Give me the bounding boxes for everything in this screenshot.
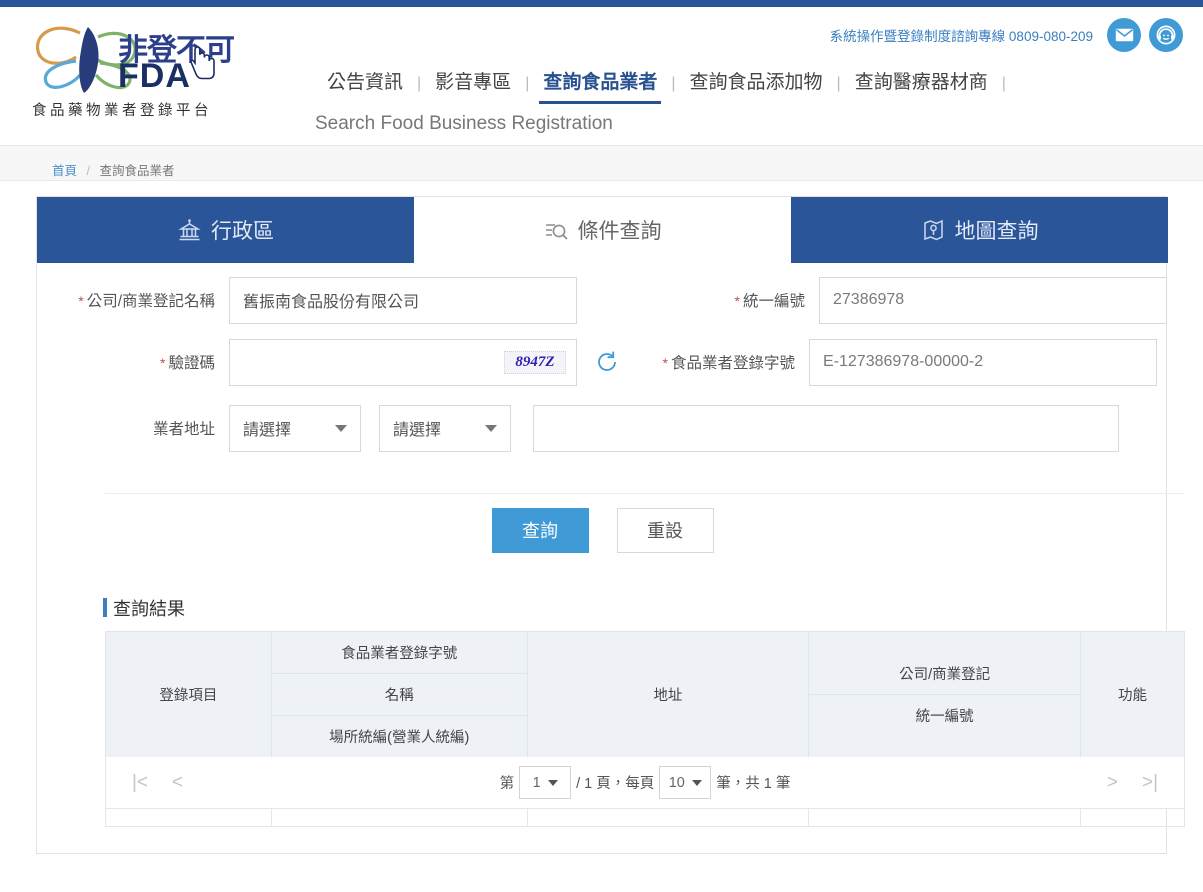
search-form: *公司/商業登記名稱 舊振南食品股份有限公司 *統一編號 27386978 *驗… bbox=[37, 263, 1168, 461]
nav-separator: | bbox=[1002, 75, 1006, 94]
breadcrumb: 首頁 / 查詢食品業者 bbox=[52, 160, 174, 179]
required-marker: * bbox=[735, 293, 743, 309]
captcha-input[interactable]: 8947Z bbox=[229, 339, 577, 386]
address-district-value: 請選擇 bbox=[393, 416, 441, 440]
th-reg-name: 名稱 bbox=[272, 673, 527, 715]
page-number-value: 1 bbox=[533, 775, 541, 791]
th-company-reg: 公司/商業登記 bbox=[809, 653, 1080, 694]
registration-no-label: *食品業者登錄字號 bbox=[663, 351, 809, 373]
tab-label: 條件查詢 bbox=[578, 215, 662, 245]
pagination-total-records: 筆，共 1 筆 bbox=[716, 772, 790, 793]
captcha-text: 8947Z bbox=[515, 354, 554, 371]
tab-administrative-district[interactable]: 行政區 bbox=[37, 197, 414, 263]
pagination: |< < 第 1 / 1 頁，每頁 10 筆，共 1 筆 > >| bbox=[105, 757, 1185, 809]
hotline-text: 系統操作暨登錄制度諮詢專線 0809-080-209 bbox=[830, 25, 1093, 45]
government-building-icon bbox=[177, 218, 202, 243]
address-district-select[interactable]: 請選擇 bbox=[379, 405, 511, 452]
nav-item-announcements[interactable]: 公告資訊 bbox=[313, 67, 417, 94]
results-table-head: 登錄項目 食品業者登錄字號 名稱 場所統編(營業人統編) 地址 bbox=[106, 632, 1185, 758]
th-item: 登錄項目 bbox=[106, 632, 272, 758]
address-city-value: 請選擇 bbox=[243, 416, 291, 440]
company-name-input[interactable]: 舊振南食品股份有限公司 bbox=[229, 277, 577, 324]
captcha-label: *驗證碼 bbox=[160, 351, 229, 373]
tab-label: 行政區 bbox=[211, 215, 274, 245]
site-logo[interactable]: 非登不可 FDA 食品藥物業者登錄平台 bbox=[18, 15, 308, 125]
form-row-2: *驗證碼 8947Z *食品業者登錄字號 bbox=[37, 329, 1168, 395]
chevron-down-icon bbox=[485, 425, 497, 432]
chevron-down-icon bbox=[335, 425, 347, 432]
mail-icon[interactable] bbox=[1107, 18, 1141, 52]
logo-subtitle: 食品藥物業者登錄平台 bbox=[32, 99, 212, 120]
address-detail-input[interactable] bbox=[533, 405, 1119, 452]
nav-item-search-food-business[interactable]: 查詢食品業者 bbox=[529, 67, 671, 94]
site-header: 非登不可 FDA 食品藥物業者登錄平台 系統操作暨登錄制度諮詢專線 0809-0… bbox=[0, 7, 1203, 145]
tax-id-label: *統一編號 bbox=[735, 289, 819, 311]
mouse-pointer-hand-icon bbox=[190, 45, 218, 81]
tab-label: 地圖查詢 bbox=[955, 215, 1039, 245]
reset-button[interactable]: 重設 bbox=[617, 508, 714, 553]
th-action: 功能 bbox=[1081, 632, 1185, 758]
support-headset-icon[interactable] bbox=[1149, 18, 1183, 52]
search-mode-tabs: 行政區 條件查詢 bbox=[37, 197, 1168, 263]
form-row-1: *公司/商業登記名稱 舊振南食品股份有限公司 *統一編號 27386978 bbox=[37, 263, 1168, 329]
search-card: 行政區 條件查詢 bbox=[36, 196, 1167, 854]
th-reg-no: 食品業者登錄字號 bbox=[272, 632, 527, 673]
page-size-select[interactable]: 10 bbox=[659, 766, 711, 799]
search-filter-icon bbox=[544, 218, 569, 243]
tax-id-input[interactable]: 27386978 bbox=[819, 277, 1167, 324]
th-company-tax-id: 統一編號 bbox=[809, 694, 1080, 736]
th-reg-site-id: 場所統編(營業人統編) bbox=[272, 715, 527, 757]
breadcrumb-band bbox=[0, 145, 1203, 181]
required-marker: * bbox=[78, 293, 86, 309]
pagination-total-pages: / 1 頁，每頁 bbox=[576, 772, 654, 793]
tab-condition-search[interactable]: 條件查詢 bbox=[414, 197, 791, 263]
main-navigation: 公告資訊 | 影音專區 | 查詢食品業者 | 查詢食品添加物 | 查詢醫療器材商… bbox=[313, 67, 1006, 94]
form-divider bbox=[105, 493, 1185, 494]
refresh-icon[interactable] bbox=[594, 349, 620, 375]
breadcrumb-separator: / bbox=[81, 164, 96, 178]
captcha-image: 8947Z bbox=[504, 351, 566, 374]
address-label: 業者地址 bbox=[153, 417, 229, 439]
page-number-select[interactable]: 1 bbox=[519, 766, 571, 799]
table-header-row: 登錄項目 食品業者登錄字號 名稱 場所統編(營業人統編) 地址 bbox=[106, 632, 1185, 758]
required-marker: * bbox=[663, 355, 671, 371]
form-row-3: 業者地址 請選擇 請選擇 bbox=[37, 395, 1168, 461]
search-button[interactable]: 查詢 bbox=[492, 508, 589, 553]
nav-item-video[interactable]: 影音專區 bbox=[421, 67, 525, 94]
logo-brand-en: FDA bbox=[118, 57, 191, 96]
top-accent-stripe bbox=[0, 0, 1203, 7]
map-pin-icon bbox=[921, 218, 946, 243]
pagination-prefix: 第 bbox=[500, 772, 515, 793]
page-subtitle-en: Search Food Business Registration bbox=[315, 113, 613, 135]
chevron-down-icon bbox=[548, 780, 558, 786]
tab-map-search[interactable]: 地圖查詢 bbox=[791, 197, 1168, 263]
th-company-stack: 公司/商業登記 統一編號 bbox=[809, 632, 1081, 758]
company-name-label: *公司/商業登記名稱 bbox=[78, 289, 229, 311]
registration-no-input[interactable]: E-127386978-00000-2 bbox=[809, 339, 1157, 386]
nav-item-search-medical-devices[interactable]: 查詢醫療器材商 bbox=[841, 67, 1002, 94]
th-registration-stack: 食品業者登錄字號 名稱 場所統編(營業人統編) bbox=[271, 632, 527, 758]
breadcrumb-current: 查詢食品業者 bbox=[99, 164, 174, 178]
page-size-value: 10 bbox=[669, 775, 685, 791]
chevron-down-icon bbox=[692, 780, 702, 786]
results-title: 查詢結果 bbox=[103, 595, 185, 621]
nav-item-search-additives[interactable]: 查詢食品添加物 bbox=[676, 67, 837, 94]
form-action-buttons: 查詢 重設 bbox=[37, 495, 1168, 565]
address-city-select[interactable]: 請選擇 bbox=[229, 405, 361, 452]
breadcrumb-home-link[interactable]: 首頁 bbox=[52, 164, 77, 178]
page-root: 非登不可 FDA 食品藥物業者登錄平台 系統操作暨登錄制度諮詢專線 0809-0… bbox=[0, 0, 1203, 892]
header-icon-group bbox=[1107, 18, 1183, 52]
pagination-center: 第 1 / 1 頁，每頁 10 筆，共 1 筆 bbox=[106, 766, 1184, 799]
th-address: 地址 bbox=[527, 632, 809, 758]
